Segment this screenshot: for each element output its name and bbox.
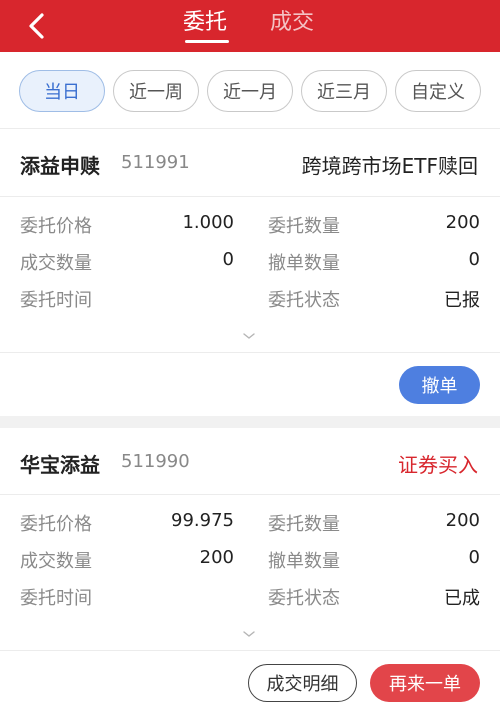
expand-chevron-icon[interactable]	[241, 326, 257, 339]
field-value: 0	[468, 249, 480, 270]
filter-one-month[interactable]: 近一月	[207, 70, 293, 112]
cancel-order-button[interactable]: 撤单	[399, 366, 480, 404]
field-label: 委托价格	[20, 216, 92, 237]
field-label: 委托状态	[268, 588, 340, 609]
expand-chevron-icon[interactable]	[241, 624, 257, 637]
field-value: 200	[445, 212, 480, 233]
divider	[0, 494, 500, 495]
tab-entrust[interactable]: 委托	[183, 8, 227, 42]
filter-custom[interactable]: 自定义	[395, 70, 481, 112]
field-value: 1.000	[182, 212, 234, 233]
filter-three-months[interactable]: 近三月	[301, 70, 387, 112]
field-value: 200	[199, 547, 234, 568]
field-label: 撤单数量	[268, 253, 340, 274]
security-name: 添益申赎	[20, 154, 100, 178]
order-type: 跨境跨市场ETF赎回	[301, 154, 478, 178]
field-label: 委托价格	[20, 514, 92, 535]
security-name: 华宝添益	[20, 453, 100, 477]
field-value: 200	[445, 510, 480, 531]
order-again-button[interactable]: 再来一单	[370, 664, 480, 702]
field-label: 撤单数量	[268, 551, 340, 572]
divider	[0, 352, 500, 353]
divider	[0, 650, 500, 651]
field-label: 委托状态	[268, 290, 340, 311]
active-tab-indicator	[185, 40, 229, 43]
field-value: 0	[222, 249, 234, 270]
field-value: 0	[468, 547, 480, 568]
field-label: 委托数量	[268, 216, 340, 237]
field-label: 委托时间	[20, 290, 92, 311]
field-label: 成交数量	[20, 253, 92, 274]
divider	[0, 128, 500, 129]
card-separator	[0, 416, 500, 428]
field-label: 成交数量	[20, 551, 92, 572]
security-code: 511990	[121, 451, 190, 472]
top-bar: 委托 成交	[0, 0, 500, 52]
filter-today[interactable]: 当日	[19, 70, 105, 112]
field-label: 委托数量	[268, 514, 340, 535]
field-value: 已成	[444, 588, 480, 609]
security-code: 511991	[121, 152, 190, 173]
field-label: 委托时间	[20, 588, 92, 609]
filter-one-week[interactable]: 近一周	[113, 70, 199, 112]
order-type: 证券买入	[398, 453, 478, 477]
tab-deal[interactable]: 成交	[270, 8, 314, 42]
field-value: 已报	[444, 290, 480, 311]
divider	[0, 196, 500, 197]
deal-details-button[interactable]: 成交明细	[248, 664, 357, 702]
field-value: 99.975	[171, 510, 234, 531]
date-filter-bar: 当日 近一周 近一月 近三月 自定义	[0, 52, 500, 128]
back-arrow-icon[interactable]	[22, 10, 54, 42]
